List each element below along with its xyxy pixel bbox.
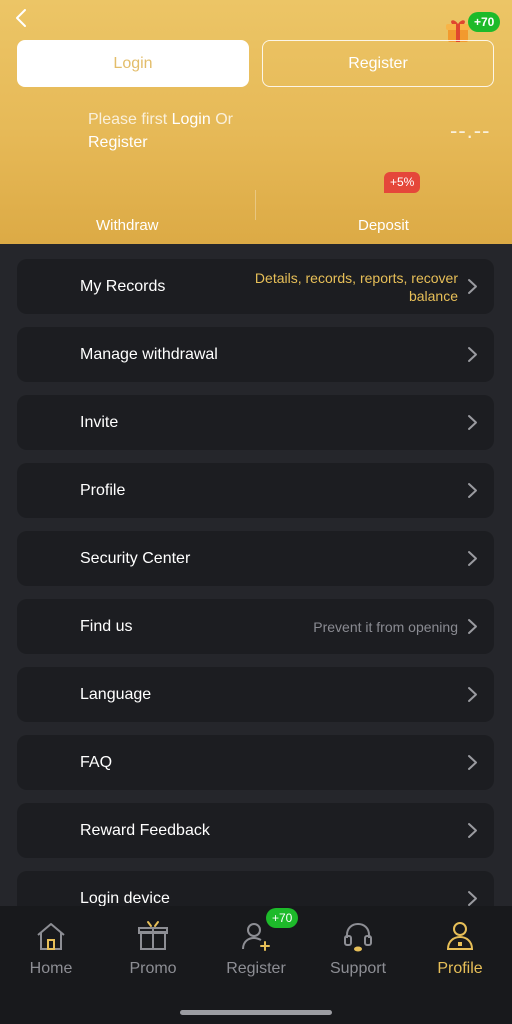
chevron-right-icon [468, 823, 477, 838]
chevron-right-icon [468, 687, 477, 702]
withdraw-button[interactable]: Withdraw [96, 217, 159, 234]
nav-label: Support [329, 960, 387, 977]
menu-item-security-center[interactable]: Security Center [17, 531, 494, 586]
menu-item-label: Find us [80, 618, 133, 635]
nav-item-profile[interactable]: Profile [410, 906, 510, 996]
menu-item-profile[interactable]: Profile [17, 463, 494, 518]
chevron-right-icon [468, 619, 477, 634]
menu-item-language[interactable]: Language [17, 667, 494, 722]
menu-item-faq[interactable]: FAQ [17, 735, 494, 790]
menu-item-subtext: Prevent it from opening [313, 618, 458, 635]
nav-item-promo[interactable]: Promo [103, 906, 203, 996]
chevron-right-icon [468, 755, 477, 770]
nav-label: Home [29, 960, 73, 977]
chevron-right-icon [468, 415, 477, 430]
menu-item-label: FAQ [80, 754, 113, 771]
login-button[interactable]: Login [17, 40, 249, 87]
prompt-register-link[interactable]: Register [88, 134, 148, 151]
register-badge: +70 [266, 908, 299, 928]
headset-icon [344, 922, 372, 952]
menu-item-label: Language [80, 686, 152, 703]
chevron-right-icon [468, 347, 477, 362]
gift-badge: +70 [468, 12, 501, 32]
chevron-right-icon [468, 279, 477, 294]
menu-item-label: Reward Feedback [80, 822, 210, 839]
menu-item-my-records[interactable]: My Records Details, records, reports, re… [17, 259, 494, 314]
divider [255, 190, 256, 220]
gift-icon [138, 921, 168, 950]
deposit-button[interactable]: Deposit [358, 217, 409, 234]
chevron-right-icon [468, 483, 477, 498]
home-indicator [180, 1010, 332, 1015]
menu-item-find-us[interactable]: Find us Prevent it from opening [17, 599, 494, 654]
balance-value: --.-- [450, 118, 491, 143]
user-icon [446, 922, 474, 950]
menu-item-reward-feedback[interactable]: Reward Feedback [17, 803, 494, 858]
deposit-bonus-badge: +5% [384, 172, 421, 193]
prompt-text: Please first [88, 111, 172, 128]
prompt-login-link[interactable]: Login [172, 111, 211, 128]
menu-item-label: My Records [80, 278, 166, 295]
prompt-or-text: Or [210, 111, 233, 128]
menu-item-manage-withdrawal[interactable]: Manage withdrawal [17, 327, 494, 382]
menu-item-subtext: Details, records, reports, recover balan… [254, 269, 458, 304]
menu-item-label: Invite [80, 414, 119, 431]
home-icon [37, 923, 65, 950]
menu-item-label: Manage withdrawal [80, 346, 218, 363]
menu-item-invite[interactable]: Invite [17, 395, 494, 450]
bottom-nav: Home Promo Register Support Profile [0, 906, 512, 1024]
login-prompt: Please first Login Or Register [88, 108, 348, 154]
chevron-right-icon [468, 551, 477, 566]
back-arrow-icon[interactable] [10, 6, 34, 30]
nav-item-support[interactable]: Support [308, 906, 408, 996]
profile-header: +70 Login Register Please first Login Or… [0, 0, 512, 244]
nav-label: Register [226, 960, 286, 977]
chevron-right-icon [468, 891, 477, 906]
nav-item-home[interactable]: Home [1, 906, 101, 996]
nav-label: Promo [129, 960, 177, 977]
nav-label: Profile [437, 960, 483, 977]
menu-item-label: Security Center [80, 550, 191, 567]
menu-item-label: Profile [80, 482, 126, 499]
register-button[interactable]: Register [262, 40, 494, 87]
